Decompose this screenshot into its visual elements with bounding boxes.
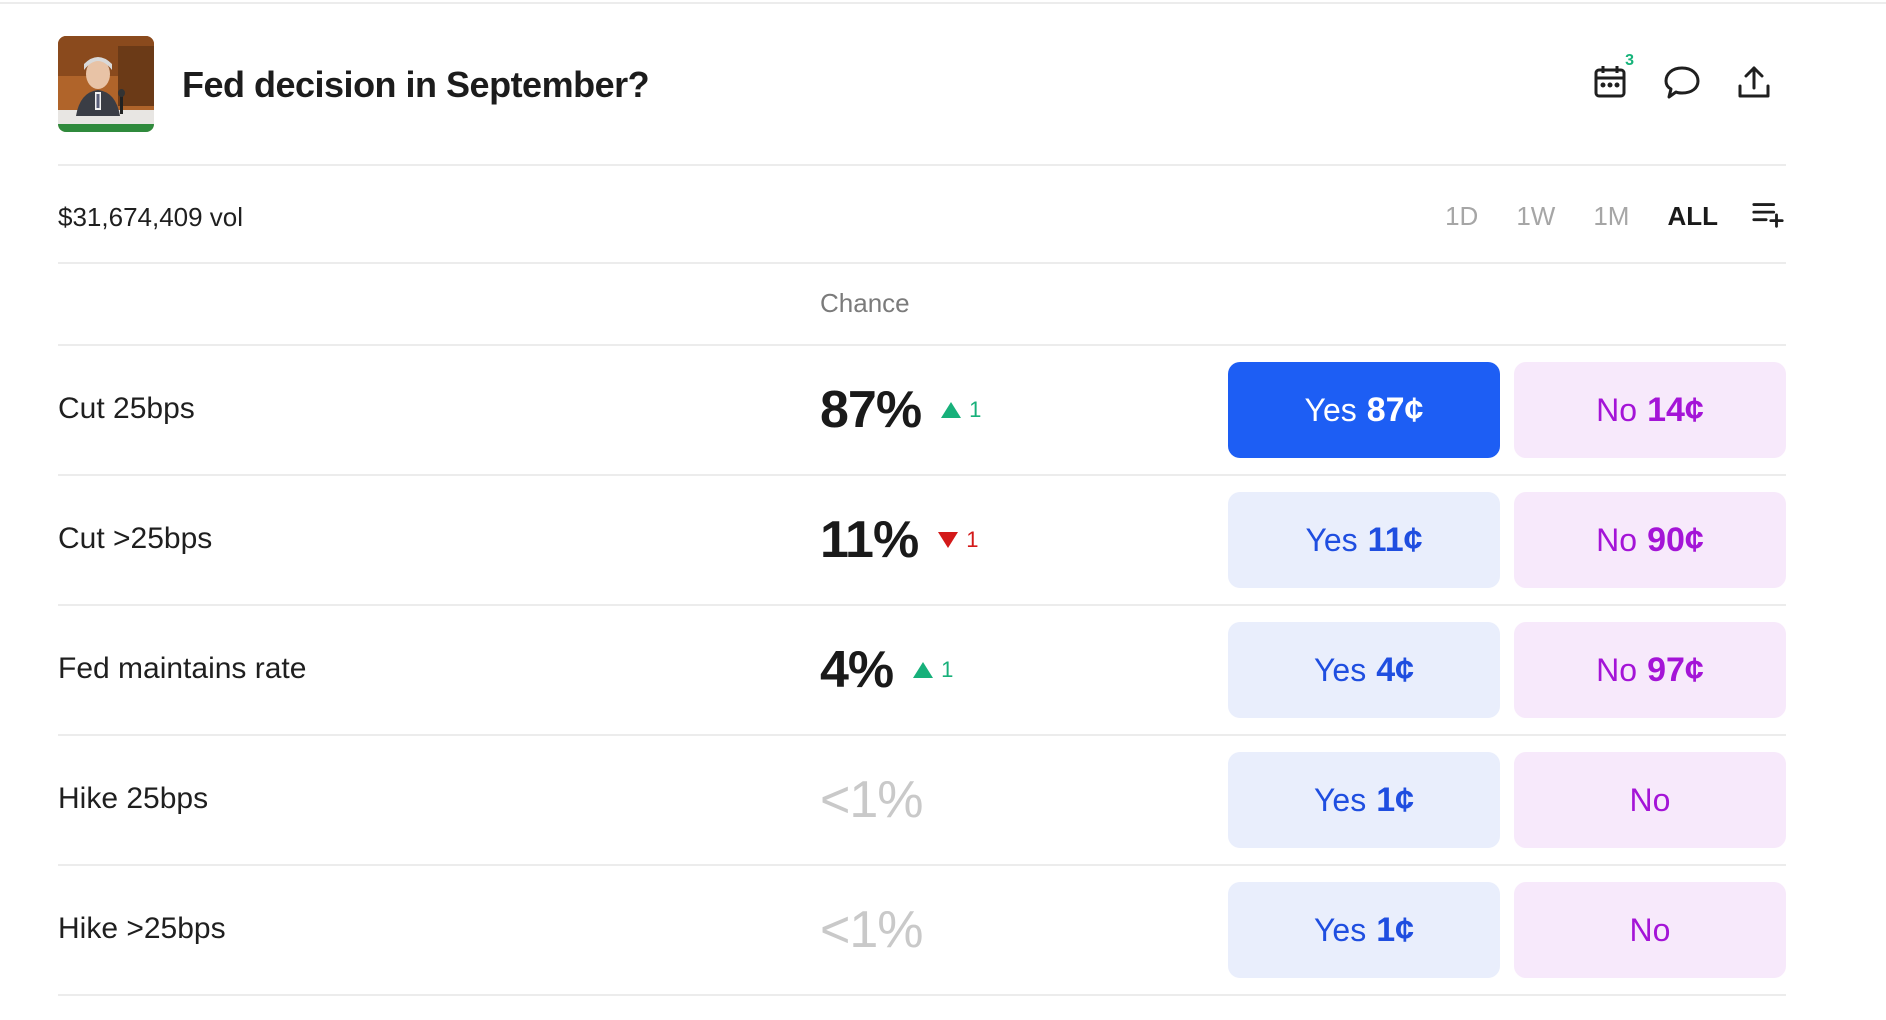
share-icon [1734, 62, 1774, 107]
buy-no-button[interactable]: No 90¢ [1514, 492, 1786, 588]
yes-price: 11¢ [1367, 520, 1423, 559]
outcome-row[interactable]: Hike 25bps <1% Yes 1¢ No [58, 736, 1786, 866]
time-range-selector: 1D 1W 1M ALL [1407, 196, 1786, 236]
buy-yes-button[interactable]: Yes 4¢ [1228, 622, 1500, 718]
volume-text: $31,674,409 vol [58, 202, 244, 232]
arrow-up-icon [913, 662, 934, 678]
outcome-label: Cut >25bps [58, 522, 213, 555]
outcomes-list: Cut 25bps 87% 1 Yes 87¢ No 14¢ Cut >25bp… [58, 346, 1786, 996]
range-all[interactable]: ALL [1667, 201, 1718, 232]
buy-yes-button[interactable]: Yes 1¢ [1228, 752, 1500, 848]
buy-yes-button[interactable]: Yes 11¢ [1228, 492, 1500, 588]
yes-word: Yes [1305, 521, 1358, 558]
outcome-chance: <1% [820, 900, 924, 960]
market-header: Fed decision in September? 3 [58, 0, 1786, 166]
yes-price: 1¢ [1376, 780, 1415, 819]
outcome-row[interactable]: Hike >25bps <1% Yes 1¢ No [58, 866, 1786, 996]
comment-icon [1662, 62, 1702, 107]
chance-value: <1% [820, 901, 924, 959]
list-add-icon [1751, 197, 1785, 236]
buy-yes-button[interactable]: Yes 1¢ [1228, 882, 1500, 978]
outcome-chance: <1% [820, 770, 924, 830]
outcome-chance: 87% 1 [820, 380, 981, 440]
yes-price: 1¢ [1376, 910, 1415, 949]
no-word: No [1629, 911, 1671, 948]
page: Fed decision in September? 3 $31,674,409… [0, 0, 1886, 1020]
arrow-up-icon [941, 402, 962, 418]
outcome-chance: 4% 1 [820, 640, 953, 700]
outcome-row[interactable]: Fed maintains rate 4% 1 Yes 4¢ No 97¢ [58, 606, 1786, 736]
yes-word: Yes [1304, 391, 1357, 428]
buy-no-button[interactable]: No 14¢ [1514, 362, 1786, 458]
header-actions: 3 [1566, 52, 1786, 108]
yes-word: Yes [1313, 781, 1367, 818]
chance-column-header: Chance [820, 288, 910, 318]
yes-price: 87¢ [1366, 390, 1424, 429]
no-word: No [1596, 651, 1638, 688]
outcomes-table-header: Chance [58, 264, 1786, 346]
no-word: No [1596, 391, 1638, 428]
chance-value: 87% [820, 381, 922, 439]
chance-value: <1% [820, 771, 924, 829]
list-add-button[interactable] [1750, 198, 1786, 234]
outcome-label: Hike >25bps [58, 912, 226, 945]
calendar-badge: 3 [1625, 52, 1634, 69]
outcome-label: Cut 25bps [58, 392, 195, 425]
buy-yes-button[interactable]: Yes 87¢ [1228, 362, 1500, 458]
no-word: No [1596, 521, 1638, 558]
outcome-chance: 11% 1 [820, 510, 978, 570]
chance-change: 1 [913, 657, 953, 683]
yes-word: Yes [1313, 651, 1367, 688]
arrow-down-icon [938, 532, 959, 548]
chance-change: 1 [938, 527, 978, 553]
buy-no-button[interactable]: No [1514, 752, 1786, 848]
market-title: Fed decision in September? [182, 64, 650, 105]
outcome-row[interactable]: Cut >25bps 11% 1 Yes 11¢ No 90¢ [58, 476, 1786, 606]
no-word: No [1629, 781, 1671, 818]
buy-no-button[interactable]: No 97¢ [1514, 622, 1786, 718]
chance-change: 1 [941, 397, 981, 423]
share-button[interactable] [1730, 60, 1778, 108]
outcome-label: Hike 25bps [58, 782, 209, 815]
chance-value: 11% [820, 511, 919, 569]
range-1m[interactable]: 1M [1593, 201, 1629, 232]
buy-no-button[interactable]: No [1514, 882, 1786, 978]
yes-price: 4¢ [1376, 650, 1415, 689]
market-card: Fed decision in September? 3 $31,674,409… [58, 0, 1786, 996]
range-1w[interactable]: 1W [1516, 201, 1555, 232]
no-price: 14¢ [1647, 390, 1704, 429]
outcome-row[interactable]: Cut 25bps 87% 1 Yes 87¢ No 14¢ [58, 346, 1786, 476]
change-value: 1 [941, 657, 954, 682]
range-1d[interactable]: 1D [1445, 201, 1478, 232]
market-meta: $31,674,409 vol 1D 1W 1M ALL [58, 166, 1786, 264]
chance-value: 4% [820, 641, 894, 699]
change-value: 1 [969, 397, 982, 422]
no-price: 90¢ [1647, 520, 1704, 559]
calendar-button[interactable]: 3 [1586, 52, 1634, 108]
market-thumbnail[interactable] [58, 36, 154, 132]
comment-button[interactable] [1658, 60, 1706, 108]
no-price: 97¢ [1647, 650, 1704, 689]
outcome-label: Fed maintains rate [58, 652, 307, 685]
change-value: 1 [966, 527, 979, 552]
calendar-icon [1590, 62, 1630, 107]
yes-word: Yes [1313, 911, 1367, 948]
